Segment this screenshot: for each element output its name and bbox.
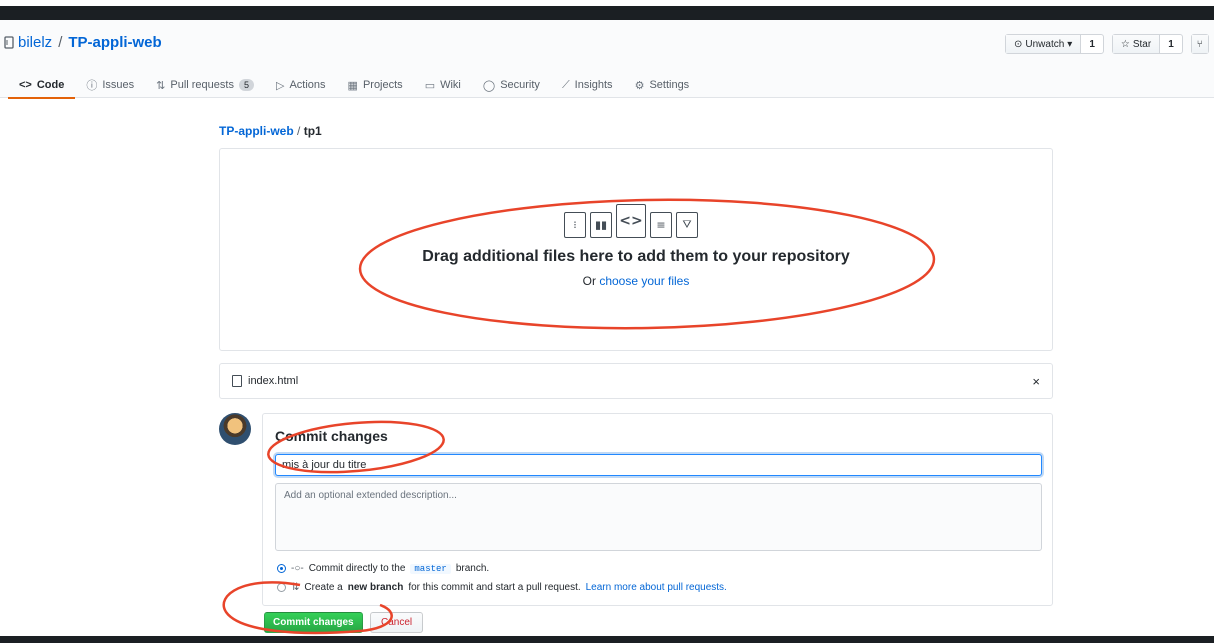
repository-header: bilelz / TP-appli-web ⊙ Unwatch ▾ 1 ☆ St…: [0, 20, 1214, 99]
git-pull-request-icon: ⇅: [291, 582, 300, 593]
repo-actions: ⊙ Unwatch ▾ 1 ☆ Star 1 ⑂: [1005, 34, 1209, 54]
tab-label: Insights: [574, 79, 613, 91]
project-icon: ▦: [347, 79, 358, 92]
bottom-bar: [0, 636, 1214, 643]
play-icon: ▷: [275, 79, 285, 92]
star-button[interactable]: ☆ Star: [1112, 35, 1161, 53]
pull-request-icon: ⇅: [156, 79, 166, 92]
commit-new-branch-radio[interactable]: [277, 583, 286, 592]
tab-issues[interactable]: ⓘ Issues: [75, 72, 145, 98]
tab-projects[interactable]: ▦ Projects: [337, 72, 414, 98]
tab-label: Pull requests: [170, 79, 234, 91]
tab-insights[interactable]: ⟋ Insights: [551, 72, 624, 98]
repo-title: bilelz / TP-appli-web: [4, 34, 162, 51]
issue-icon: ⓘ: [86, 80, 98, 92]
commit-direct-radio[interactable]: [277, 564, 286, 573]
unwatch-button[interactable]: ⊙ Unwatch ▾: [1006, 35, 1082, 53]
fork-icon: ⑂: [1196, 38, 1203, 50]
repo-separator: /: [58, 34, 63, 51]
drop-zone-title: Drag additional files here to add them t…: [422, 248, 850, 265]
new-branch-suffix: for this commit and start a pull request…: [408, 582, 581, 593]
commit-changes-button[interactable]: Commit changes: [264, 612, 363, 633]
tab-label: Actions: [289, 79, 326, 91]
fork-button-group: ⑂: [1190, 34, 1209, 54]
breadcrumb-path: tp1: [303, 124, 322, 138]
file-type-icons: ⁝ ▮▮ <> ≡ ⛛: [564, 204, 698, 238]
git-commit-icon: -○-: [291, 563, 304, 574]
repo-icon: [4, 35, 14, 49]
tab-security[interactable]: ◯ Security: [472, 72, 551, 98]
breadcrumb: TP-appli-web / tp1: [219, 124, 322, 138]
pdf-file-icon: ⛛: [676, 212, 698, 238]
repo-owner-link[interactable]: bilelz: [18, 34, 52, 51]
text-file-icon: ≡: [650, 212, 672, 238]
commit-summary-input[interactable]: [275, 454, 1042, 476]
commit-direct-option[interactable]: -○- Commit directly to the master branch…: [277, 563, 489, 574]
repo-name-link[interactable]: TP-appli-web: [68, 34, 161, 51]
zip-file-icon: ⁝: [564, 212, 586, 238]
shield-icon: ◯: [482, 79, 496, 92]
file-icon: [232, 375, 242, 387]
caret-down-icon: ▾: [1067, 38, 1073, 50]
learn-more-pull-requests-link[interactable]: Learn more about pull requests.: [586, 582, 727, 593]
commit-description-input[interactable]: [275, 483, 1042, 551]
tab-code[interactable]: <> Code: [8, 72, 76, 99]
global-header-bar: [0, 6, 1214, 20]
code-file-icon: <>: [616, 204, 646, 238]
commit-direct-prefix: Commit directly to the: [308, 563, 406, 574]
eye-icon: ⊙: [1014, 38, 1023, 50]
uploaded-file-name: index.html: [248, 375, 299, 387]
choose-files-link[interactable]: choose your files: [599, 274, 689, 288]
unwatch-label: Unwatch: [1025, 38, 1065, 50]
commit-new-branch-option[interactable]: ⇅ Create a new branch for this commit an…: [277, 582, 727, 593]
repo-nav-tabs: <> Code ⓘ Issues ⇅ Pull requests 5 ▷ Act…: [8, 72, 701, 99]
star-icon: ☆: [1120, 38, 1130, 50]
code-icon: <>: [19, 79, 32, 91]
breadcrumb-repo-link[interactable]: TP-appli-web: [219, 124, 294, 138]
file-drop-zone[interactable]: ⁝ ▮▮ <> ≡ ⛛ Drag additional files here t…: [219, 148, 1053, 351]
cancel-button[interactable]: Cancel: [370, 612, 424, 633]
branch-name-tag: master: [410, 563, 451, 574]
remove-file-icon[interactable]: ×: [1032, 374, 1040, 389]
header-notch: [0, 0, 230, 6]
tab-label: Security: [500, 79, 540, 91]
commit-form-title: Commit changes: [275, 428, 388, 444]
new-branch-bold: new branch: [347, 582, 404, 593]
gear-icon: ⚙: [634, 79, 645, 92]
breadcrumb-separator: /: [297, 124, 301, 138]
new-branch-prefix: Create a: [304, 582, 343, 593]
pull-requests-count-badge: 5: [238, 79, 254, 91]
commit-direct-suffix: branch.: [455, 563, 490, 574]
tab-label: Projects: [362, 79, 403, 91]
tab-pull-requests[interactable]: ⇅ Pull requests 5: [145, 72, 265, 98]
uploaded-file-row: index.html ×: [219, 363, 1053, 399]
tab-label: Issues: [102, 79, 135, 91]
drop-zone-subtitle: Or choose your files: [220, 274, 1052, 288]
graph-icon: ⟋: [561, 78, 570, 91]
watch-count[interactable]: 1: [1081, 35, 1103, 53]
commit-form: Commit changes -○- Commit directly to th…: [262, 413, 1053, 606]
avatar[interactable]: [219, 413, 251, 445]
tab-settings[interactable]: ⚙ Settings: [624, 72, 701, 98]
star-button-group: ☆ Star 1: [1111, 34, 1183, 54]
tab-label: Wiki: [440, 79, 461, 91]
drop-zone-prefix: Or: [582, 274, 596, 288]
fork-button[interactable]: ⑂: [1191, 35, 1208, 53]
star-label: Star: [1132, 38, 1152, 50]
tab-wiki[interactable]: ▭ Wiki: [414, 72, 472, 98]
tab-label: Code: [36, 79, 65, 91]
tab-actions[interactable]: ▷ Actions: [265, 72, 337, 98]
tab-label: Settings: [649, 79, 690, 91]
chart-file-icon: ▮▮: [590, 212, 612, 238]
browser-top-strip: [0, 0, 1214, 20]
star-count[interactable]: 1: [1160, 35, 1182, 53]
watch-button-group: ⊙ Unwatch ▾ 1: [1005, 34, 1104, 54]
book-icon: ▭: [424, 79, 436, 92]
